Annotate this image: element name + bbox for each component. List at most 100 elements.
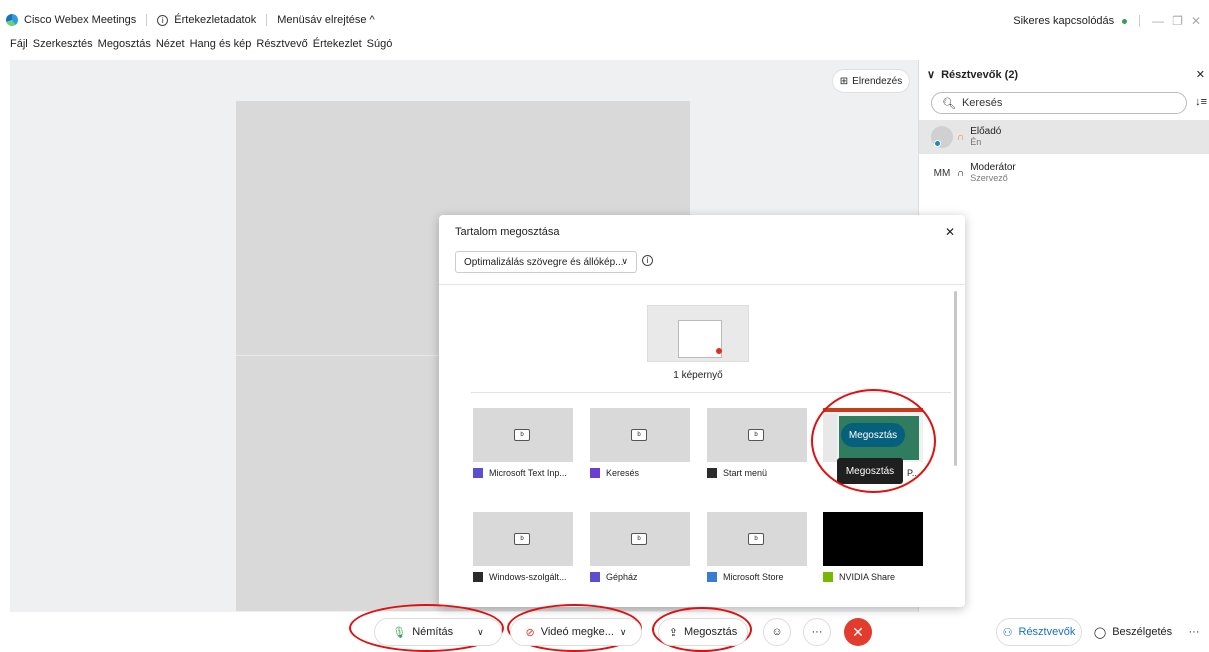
app-label: Keresés [606, 468, 640, 478]
app-tile[interactable]: b Gépház [590, 512, 690, 582]
app-tile[interactable]: b Keresés [590, 408, 690, 478]
start-menu-icon [707, 468, 717, 478]
app-tile[interactable]: b Microsoft Store [707, 512, 807, 582]
app-label-row: Windows-szolgált... [473, 572, 573, 582]
search-app-icon [590, 468, 600, 478]
app-title: Cisco Webex Meetings [24, 14, 137, 26]
share-icon: ⇪ [668, 626, 678, 639]
chat-button[interactable]: ◯ Beszélgetés [1088, 618, 1178, 646]
end-meeting-button[interactable]: ✕ [844, 618, 872, 646]
optimize-select[interactable]: Optimalizálás szövegre és állókép... ∨ [455, 251, 637, 273]
maximize-button[interactable]: ❐ [1172, 14, 1183, 28]
video-off-icon: ⊘ [525, 626, 535, 639]
chevron-down-icon[interactable]: ∨ [620, 627, 627, 638]
avatar [931, 126, 953, 148]
divider [439, 284, 965, 285]
app-label: NVIDIA Share [839, 572, 896, 582]
menu-participant[interactable]: Résztvevő [256, 38, 307, 50]
search-placeholder: Keresés [961, 97, 1003, 109]
menu-edit[interactable]: Szerkesztés [33, 38, 93, 50]
app-thumbnail [823, 512, 923, 566]
app-label: Gépház [606, 572, 638, 582]
menu-meeting[interactable]: Értekezlet [313, 38, 362, 50]
scrollbar[interactable] [954, 291, 957, 466]
close-window-button[interactable]: ✕ [1191, 14, 1201, 28]
minimize-button[interactable]: — [1152, 14, 1164, 28]
more-options-button[interactable]: ··· [803, 618, 831, 646]
search-input[interactable]: 🔍︎ Keresés [931, 92, 1187, 114]
app-label: P... [907, 468, 920, 478]
participant-role: Én [970, 137, 982, 147]
app-tile[interactable]: b Windows-szolgált... [473, 512, 573, 582]
slide-sidebar [823, 414, 837, 462]
share-app-button[interactable]: Megosztás [841, 423, 905, 447]
chat-icon: ◯ [1093, 626, 1107, 639]
window-icon: b [514, 533, 530, 545]
nvidia-icon [823, 572, 833, 582]
menu-share[interactable]: Megosztás [98, 38, 151, 50]
screen-thumbnail[interactable] [647, 305, 749, 362]
chevron-down-icon: ∨ [927, 69, 936, 81]
menu-audio-video[interactable]: Hang és kép [190, 38, 252, 50]
title-bar: Cisco Webex Meetings i Értekezletadatok … [0, 0, 1209, 36]
panel-more-button[interactable]: ··· [1180, 618, 1208, 646]
chevron-down-icon: ∨ [621, 256, 628, 266]
participants-button[interactable]: ⚇ Résztvevők [996, 618, 1082, 646]
chat-label: Beszélgetés [1112, 626, 1173, 638]
sort-icon[interactable]: ↓≡ [1195, 96, 1207, 108]
participant-row[interactable]: ∩ Előadó Én [919, 120, 1209, 154]
search-icon: 🔍︎ [942, 97, 956, 110]
store-icon [707, 572, 717, 582]
participant-info: Előadó Én [970, 126, 1001, 148]
participant-info: Moderátor Szervező [970, 162, 1016, 184]
webex-logo-icon [6, 14, 18, 26]
meeting-info-button[interactable]: Értekezletadatok [174, 14, 256, 26]
participant-name: Előadó [970, 126, 1002, 137]
avatar: MM [931, 162, 953, 184]
video-label: Videó megke... [540, 626, 614, 638]
panel-header[interactable]: ∨ Résztvevők (2) [927, 68, 1019, 82]
layout-label: Elrendezés [852, 75, 903, 87]
layout-button[interactable]: ⊞ Elrendezés [833, 70, 909, 92]
app-tile[interactable]: b Start menü [707, 408, 807, 478]
window-icon: b [631, 429, 647, 441]
grid-icon: ⊞ [839, 75, 849, 87]
app-label-row: Gépház [590, 572, 690, 582]
reactions-button[interactable]: ☺ [763, 618, 791, 646]
panel-title: Résztvevők (2) [941, 68, 1019, 81]
close-icon[interactable]: ✕ [1196, 68, 1205, 81]
app-label-row: Keresés [590, 468, 690, 478]
headset-icon: ∩ [957, 167, 965, 179]
app-tile[interactable]: b Microsoft Text Inp... [473, 408, 573, 478]
menu-help[interactable]: Súgó [367, 38, 393, 50]
hide-menu-button[interactable]: Menüsáv elrejtése ^ [277, 14, 375, 26]
close-icon[interactable]: ✕ [945, 225, 955, 239]
share-content-dialog: Tartalom megosztása ✕ Optimalizálás szöv… [439, 215, 965, 607]
divider [266, 14, 268, 26]
app-label-row: NVIDIA Share [823, 572, 923, 582]
app-label-row: Microsoft Text Inp... [473, 468, 573, 478]
mute-button[interactable]: 🎙︎ Némítás ∨ [374, 618, 502, 646]
app-thumbnail: b [473, 408, 573, 462]
app-label: Microsoft Store [723, 572, 784, 582]
app-label: Microsoft Text Inp... [489, 468, 567, 478]
menu-view[interactable]: Nézet [156, 38, 185, 50]
chevron-down-icon[interactable]: ∨ [477, 627, 484, 638]
headset-icon: ∩ [957, 131, 965, 143]
participant-row[interactable]: MM ∩ Moderátor Szervező [919, 156, 1209, 190]
share-button[interactable]: ⇪ Megosztás [658, 618, 748, 646]
info-icon[interactable]: i [642, 255, 653, 266]
window-icon: b [748, 429, 764, 441]
app-tile[interactable]: NVIDIA Share [823, 512, 923, 582]
settings-icon [590, 572, 600, 582]
app-label-row: Start menü [707, 468, 807, 478]
connection-status: Sikeres kapcsolódás [1013, 15, 1115, 27]
share-tooltip: Megosztás [837, 458, 903, 484]
menu-file[interactable]: Fájl [10, 38, 28, 50]
app-label: Start menü [723, 468, 768, 478]
mute-label: Némítás [412, 626, 454, 638]
ribbon-strip [823, 408, 923, 412]
video-button[interactable]: ⊘ Videó megke... ∨ [510, 618, 642, 646]
window-icon: b [748, 533, 764, 545]
record-dot-icon [716, 348, 722, 354]
